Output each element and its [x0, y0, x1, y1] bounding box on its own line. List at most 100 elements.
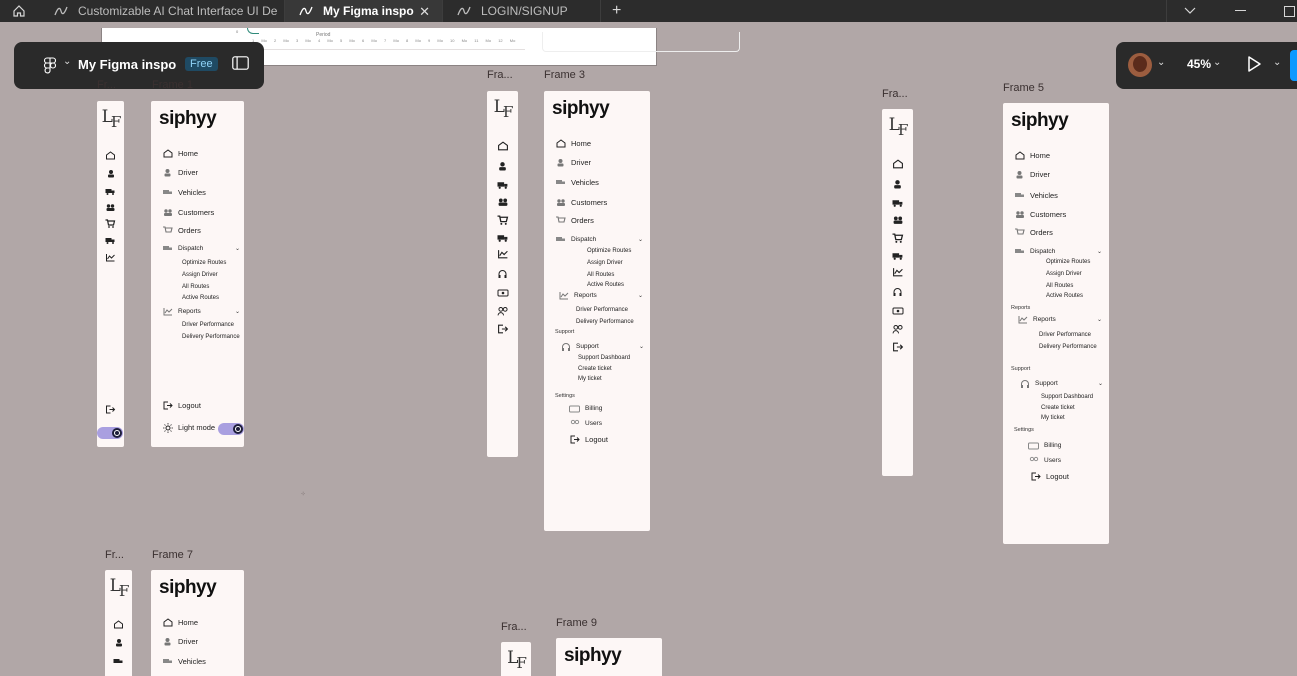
users-icon[interactable] [892, 324, 903, 334]
chevron-down-icon[interactable]: ⌄ [1273, 57, 1281, 68]
driver-icon[interactable] [892, 179, 903, 188]
nav-item-home[interactable]: Home [555, 139, 591, 148]
chevron-down-icon[interactable]: ⌄ [639, 343, 644, 350]
nav-item-customers[interactable]: Customers [555, 198, 607, 207]
frame-label[interactable]: Fra... [501, 621, 527, 633]
collapsed-sidebar-frame[interactable]: LF [501, 642, 531, 676]
nav-item-dispatch[interactable]: Dispatch ⌄ [162, 244, 240, 253]
chevron-down-icon[interactable]: ⌄ [1157, 57, 1165, 68]
nav-item-reports[interactable]: Reports ⌄ [558, 291, 643, 300]
sub-item-active-routes[interactable]: Active Routes [182, 295, 219, 301]
sub-item-delivery-performance[interactable]: Delivery Performance [182, 334, 240, 340]
cart-icon[interactable] [892, 232, 903, 243]
chevron-down-icon[interactable]: ⌄ [235, 245, 240, 252]
nav-item-dispatch[interactable]: Dispatch ⌄ [555, 235, 643, 244]
nav-item-home[interactable]: Home [1014, 151, 1050, 160]
sidebar-toggle-icon[interactable] [232, 56, 249, 70]
dispatch-icon[interactable] [105, 236, 116, 245]
nav-item-reports[interactable]: Reports ⌄ [162, 307, 240, 316]
billing-icon[interactable] [892, 306, 903, 315]
chevron-down-icon[interactable]: ⌄ [1098, 380, 1103, 387]
driver-icon[interactable] [113, 638, 124, 647]
design-canvas[interactable]: 0 Period 1 Mo 2 Mo 3 Mo 4 Mo 5 Mo 6 Mo 7… [0, 22, 1297, 676]
home-icon[interactable] [12, 0, 26, 22]
sub-item-assign-driver[interactable]: Assign Driver [182, 272, 218, 278]
nav-item-logout[interactable]: Logout [569, 435, 608, 444]
driver-icon[interactable] [105, 169, 116, 178]
nav-item-driver[interactable]: Driver [555, 158, 591, 167]
nav-item-users[interactable]: Users [1028, 456, 1061, 465]
customers-icon[interactable] [105, 203, 116, 212]
nav-item-driver[interactable]: Driver [1014, 170, 1050, 179]
sidebar-frame-3[interactable]: siphyy Home Driver Vehicles Customers Or… [544, 91, 650, 531]
chart-line-icon[interactable] [892, 267, 903, 276]
dispatch-icon[interactable] [892, 251, 903, 260]
chevron-down-icon[interactable]: ⌄ [63, 56, 71, 67]
nav-item-orders[interactable]: Orders [162, 226, 201, 235]
nav-item-billing[interactable]: Billing [569, 404, 602, 413]
chevron-down-icon[interactable]: ⌄ [1097, 316, 1102, 323]
sub-item-driver-performance[interactable]: Driver Performance [1039, 332, 1091, 338]
sub-item-my-ticket[interactable]: My ticket [578, 376, 602, 382]
frame-label[interactable]: Frame 1 [152, 79, 193, 91]
nav-item-driver[interactable]: Driver [162, 168, 198, 177]
frame-label[interactable]: Frame 3 [544, 69, 585, 81]
dispatch-icon[interactable] [497, 233, 508, 242]
nav-item-support[interactable]: Support ⌄ [1019, 379, 1103, 388]
customers-icon[interactable] [497, 197, 508, 206]
truck-icon[interactable] [113, 657, 124, 666]
sub-item-all-routes[interactable]: All Routes [182, 284, 209, 290]
share-button[interactable] [1290, 50, 1297, 81]
home-icon[interactable] [105, 151, 116, 160]
nav-item-orders[interactable]: Orders [1014, 228, 1053, 237]
sub-item-assign-driver[interactable]: Assign Driver [1046, 271, 1082, 277]
nav-item-driver[interactable]: Driver [162, 637, 198, 646]
nav-item-support[interactable]: Support ⌄ [560, 342, 644, 351]
sub-item-active-routes[interactable]: Active Routes [587, 282, 624, 288]
frame-label[interactable]: Frame 5 [1003, 82, 1044, 94]
frame-label[interactable]: Frame 7 [152, 549, 193, 561]
logout-icon[interactable] [892, 342, 903, 351]
nav-item-orders[interactable]: Orders [555, 216, 594, 225]
billing-icon[interactable] [497, 288, 508, 297]
nav-item-light-mode[interactable]: Light mode [162, 422, 215, 433]
sub-item-active-routes[interactable]: Active Routes [1046, 293, 1083, 299]
home-icon[interactable] [892, 158, 903, 168]
avatar[interactable] [1128, 53, 1152, 77]
chevron-down-icon[interactable]: ⌄ [1097, 248, 1102, 255]
truck-icon[interactable] [105, 187, 116, 196]
truck-icon[interactable] [497, 180, 508, 189]
theme-toggle[interactable] [97, 427, 123, 439]
sub-item-all-routes[interactable]: All Routes [1046, 283, 1073, 289]
chart-line-icon[interactable] [497, 249, 508, 258]
frame-label[interactable]: Fra... [487, 69, 513, 81]
logout-icon[interactable] [497, 324, 508, 333]
maximize-icon[interactable] [1284, 0, 1295, 22]
chevron-down-icon[interactable]: ⌄ [638, 292, 643, 299]
sub-item-assign-driver[interactable]: Assign Driver [587, 260, 623, 266]
sub-item-optimize-routes[interactable]: Optimize Routes [1046, 259, 1090, 265]
nav-item-logout[interactable]: Logout [1030, 472, 1069, 481]
collapsed-sidebar-frame[interactable]: LF [97, 101, 124, 447]
collapsed-sidebar-frame[interactable]: LF [105, 570, 132, 676]
sub-item-my-ticket[interactable]: My ticket [1041, 415, 1065, 421]
chevron-down-icon[interactable]: ⌄ [235, 308, 240, 315]
driver-icon[interactable] [497, 161, 508, 170]
collapsed-sidebar-frame[interactable]: LF [882, 109, 913, 476]
figma-logo-icon[interactable] [44, 57, 56, 74]
nav-item-reports[interactable]: Reports ⌄ [1017, 315, 1102, 324]
chevron-down-icon[interactable]: ⌄ [638, 236, 643, 243]
frame-label[interactable]: Fr... [105, 549, 124, 561]
tabs-dropdown-chevron-icon[interactable] [1184, 0, 1196, 22]
cart-icon[interactable] [497, 214, 508, 225]
file-name[interactable]: My Figma inspo [78, 57, 176, 72]
new-tab-plus-icon[interactable]: + [612, 0, 621, 22]
users-icon[interactable] [497, 306, 508, 316]
nav-item-home[interactable]: Home [162, 149, 198, 158]
frame-label[interactable]: Frame 9 [556, 617, 597, 629]
sub-item-create-ticket[interactable]: Create ticket [578, 366, 612, 372]
nav-item-vehicles[interactable]: Vehicles [555, 178, 599, 187]
minimize-icon[interactable] [1235, 0, 1246, 22]
theme-toggle[interactable] [218, 423, 244, 435]
tab-login-signup[interactable]: LOGIN/SIGNUP [443, 0, 601, 22]
